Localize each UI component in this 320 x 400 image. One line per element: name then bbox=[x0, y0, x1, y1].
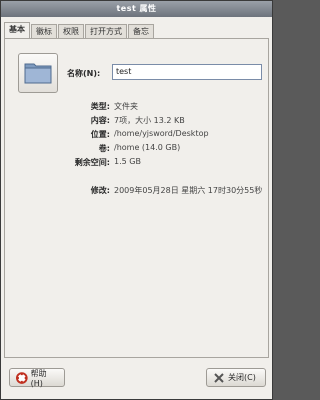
close-button[interactable]: 关闭(C) bbox=[206, 368, 266, 387]
contents-value: 7项，大小 13.2 KB bbox=[114, 116, 185, 125]
tab-notes[interactable]: 备忘 bbox=[128, 24, 154, 39]
lifebuoy-help-icon bbox=[16, 371, 28, 384]
tab-open-with[interactable]: 打开方式 bbox=[85, 24, 127, 39]
volume-label: 卷: bbox=[98, 144, 110, 153]
free-space-value: 1.5 GB bbox=[114, 157, 141, 166]
close-button-label: 关闭(C) bbox=[228, 373, 256, 382]
close-x-icon bbox=[214, 372, 224, 383]
free-space-label: 剩余空间: bbox=[74, 158, 110, 167]
basic-panel: 名称(N): test 类型: 文件夹 内容: 7项，大小 13.2 KB 位置… bbox=[4, 38, 269, 358]
tab-emblems[interactable]: 徽标 bbox=[31, 24, 57, 39]
modified-label: 修改: bbox=[90, 186, 110, 195]
contents-label: 内容: bbox=[90, 116, 110, 125]
tab-bar: 基本 徽标 权限 打开方式 备忘 bbox=[4, 22, 155, 39]
tab-basic[interactable]: 基本 bbox=[4, 22, 30, 39]
tab-permissions[interactable]: 权限 bbox=[58, 24, 84, 39]
type-label: 类型: bbox=[90, 102, 110, 111]
modified-row: 修改: 2009年05月28日 星期六 17时30分55秒 bbox=[5, 185, 268, 197]
type-row: 类型: 文件夹 bbox=[5, 101, 268, 113]
properties-dialog: test 属性 基本 徽标 权限 打开方式 备忘 名称(N): test 类型:… bbox=[0, 0, 273, 400]
folder-icon bbox=[24, 63, 52, 84]
modified-value: 2009年05月28日 星期六 17时30分55秒 bbox=[114, 186, 263, 195]
location-value: /home/yjsword/Desktop bbox=[114, 129, 209, 138]
volume-value: /home (14.0 GB) bbox=[114, 143, 181, 152]
location-row: 位置: /home/yjsword/Desktop bbox=[5, 129, 268, 141]
help-button[interactable]: 帮助(H) bbox=[9, 368, 65, 388]
type-value: 文件夹 bbox=[114, 102, 138, 111]
help-button-label: 帮助(H) bbox=[30, 368, 47, 388]
name-input[interactable]: test bbox=[112, 64, 262, 80]
folder-icon-button[interactable] bbox=[18, 53, 58, 93]
name-label: 名称(N): bbox=[67, 69, 101, 78]
window-title: test 属性 bbox=[1, 1, 272, 17]
free-space-row: 剩余空间: 1.5 GB bbox=[5, 157, 268, 169]
location-label: 位置: bbox=[90, 130, 110, 139]
volume-row: 卷: /home (14.0 GB) bbox=[5, 143, 268, 155]
contents-row: 内容: 7项，大小 13.2 KB bbox=[5, 115, 268, 127]
